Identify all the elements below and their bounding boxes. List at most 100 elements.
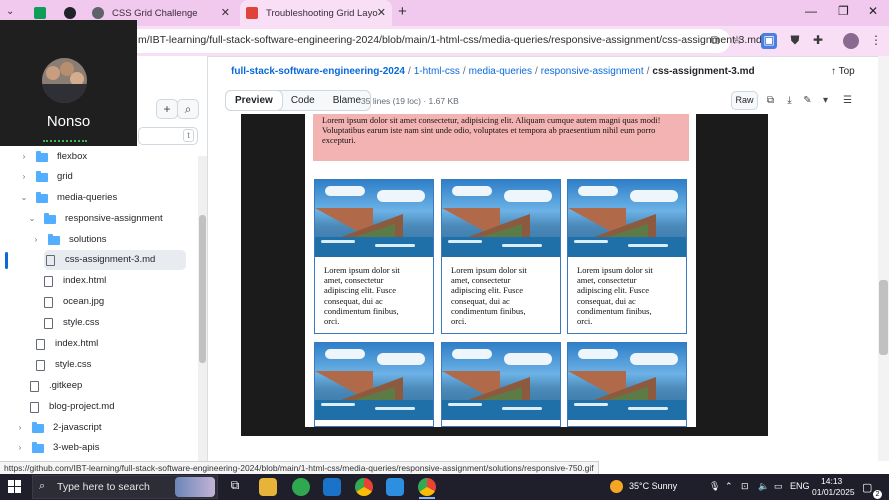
- edit-dropdown-icon[interactable]: ▾: [816, 91, 835, 110]
- ocean-cliff-image: [315, 180, 433, 257]
- sidebar-item-label: 2-javascript: [53, 422, 102, 433]
- preview-card: [567, 342, 687, 427]
- close-tab-icon[interactable]: ✕: [377, 6, 386, 19]
- language-indicator[interactable]: ENG: [790, 481, 810, 491]
- file-icon: [36, 338, 45, 350]
- tab-troubleshooting[interactable]: Troubleshooting Grid Layout Is ✕: [240, 0, 392, 26]
- breadcrumb-link[interactable]: 1-html-css: [414, 66, 460, 77]
- folder-icon: [48, 233, 60, 245]
- file-icon: [44, 275, 53, 287]
- install-app-icon[interactable]: ⧉: [707, 33, 723, 49]
- edit-pencil-icon[interactable]: ✎: [798, 91, 817, 110]
- globe-icon: [92, 7, 104, 19]
- chevron-right-icon[interactable]: ›: [30, 230, 42, 250]
- network-icon[interactable]: ⊡: [741, 481, 749, 492]
- sidebar-item-blog-project-md[interactable]: blog-project.md: [30, 397, 114, 417]
- sidebar-item-label: grid: [57, 171, 73, 182]
- tab-label: Troubleshooting Grid Layout Is: [266, 7, 378, 19]
- sidebar-item-ocean-jpg[interactable]: ocean.jpg: [44, 292, 104, 312]
- extension-icon[interactable]: ▣: [761, 33, 777, 49]
- whatsapp-icon[interactable]: [292, 478, 310, 496]
- folder-icon: [36, 150, 48, 162]
- sidebar-item-label: ocean.jpg: [63, 296, 105, 307]
- chrome-icon[interactable]: [355, 478, 373, 496]
- ocean-cliff-image: [568, 343, 686, 420]
- tab-preview[interactable]: Preview: [225, 90, 283, 111]
- sidebar-item-css-assignment-3-md[interactable]: css-assignment-3.md: [44, 250, 186, 270]
- sidebar-scrollbar-thumb[interactable]: [199, 215, 206, 363]
- chevron-right-icon[interactable]: ›: [14, 438, 26, 458]
- sidebar-item--gitkeep[interactable]: .gitkeep: [30, 376, 82, 396]
- chrome-profile-icon[interactable]: [418, 478, 436, 496]
- search-highlight-image: [175, 477, 215, 497]
- extensions-puzzle-icon[interactable]: ✚: [810, 33, 826, 49]
- search-files-button[interactable]: ⌕: [177, 99, 199, 119]
- chevron-right-icon[interactable]: ›: [18, 167, 30, 187]
- chevron-right-icon[interactable]: ›: [18, 147, 30, 167]
- weather-sun-icon: [610, 480, 623, 493]
- chevron-right-icon[interactable]: ›: [14, 418, 26, 438]
- sidebar-item-style-css[interactable]: style.css: [36, 355, 91, 375]
- new-tab-icon[interactable]: +: [398, 3, 407, 20]
- sidebar-item-responsive-assignment[interactable]: ⌄ responsive-assignment: [26, 209, 163, 229]
- add-file-button[interactable]: +: [156, 99, 178, 119]
- audio-level-indicator: [43, 140, 87, 142]
- weather-text[interactable]: 35°C Sunny: [629, 481, 677, 491]
- video-call-overlay[interactable]: Nonso: [0, 20, 137, 146]
- breadcrumb-repo-link[interactable]: full-stack-software-engineering-2024: [231, 66, 405, 77]
- microphone-icon[interactable]: 🎙: [709, 481, 720, 492]
- sidebar-item-style-css[interactable]: style.css: [44, 313, 99, 333]
- vscode-icon[interactable]: [386, 478, 404, 496]
- tab-code[interactable]: Code: [282, 91, 324, 110]
- sidebar-item-media-queries[interactable]: ⌄ media-queries: [18, 188, 117, 208]
- close-tab-icon[interactable]: ✕: [221, 6, 230, 19]
- raw-button[interactable]: Raw: [731, 91, 758, 110]
- maximize-icon[interactable]: ❐: [838, 4, 849, 18]
- page-scrollbar-thumb[interactable]: [879, 280, 888, 355]
- page-scrollbar[interactable]: [878, 56, 889, 461]
- battery-icon[interactable]: ▭: [774, 481, 783, 492]
- sidebar-item-label: index.html: [55, 338, 99, 349]
- breadcrumb-link[interactable]: media-queries: [469, 66, 532, 77]
- ocean-cliff-image: [442, 343, 560, 420]
- folder-icon: [36, 170, 48, 182]
- sidebar-item-flexbox[interactable]: › flexbox: [18, 147, 87, 167]
- sidebar-item-3-web-apis[interactable]: › 3-web-apis: [14, 438, 99, 458]
- outlook-icon[interactable]: [323, 478, 341, 496]
- tray-chevron-icon[interactable]: ⌃: [725, 481, 733, 492]
- close-window-icon[interactable]: ✕: [868, 4, 878, 18]
- clock-date[interactable]: 01/01/2025: [812, 487, 855, 497]
- file-explorer-icon[interactable]: [259, 478, 277, 496]
- file-icon: [36, 359, 45, 371]
- volume-icon[interactable]: 🔈: [758, 481, 769, 492]
- breadcrumb-link[interactable]: responsive-assignment: [541, 66, 644, 77]
- current-file-name: css-assignment-3.md: [652, 66, 755, 77]
- sidebar-item-label: index.html: [63, 275, 107, 286]
- task-view-icon[interactable]: ⧉: [226, 478, 244, 496]
- sidebar-item-grid[interactable]: › grid: [18, 167, 73, 187]
- browser-menu-icon[interactable]: ⋮: [868, 33, 884, 49]
- notification-icon[interactable]: ▢: [862, 481, 872, 494]
- search-icon: ⌕: [39, 480, 46, 492]
- chevron-down-icon[interactable]: ⌄: [26, 209, 38, 229]
- tab-search-chevron-icon[interactable]: ⌄: [6, 6, 14, 17]
- windows-start-icon[interactable]: [8, 480, 22, 494]
- profile-avatar[interactable]: [843, 33, 859, 49]
- outline-list-icon[interactable]: ☰: [838, 91, 857, 110]
- url-text[interactable]: m/IBT-learning/full-stack-software-engin…: [138, 34, 762, 46]
- sidebar-item-2-javascript[interactable]: › 2-javascript: [14, 418, 102, 438]
- chevron-down-icon[interactable]: ⌄: [18, 188, 30, 208]
- sidebar-item-index-html[interactable]: index.html: [36, 334, 98, 354]
- minimize-icon[interactable]: —: [805, 4, 817, 18]
- sidebar-item-solutions[interactable]: › solutions: [30, 230, 107, 250]
- back-to-top-link[interactable]: ↑ Top: [831, 66, 855, 77]
- sidebar-item-index-html[interactable]: index.html: [44, 271, 106, 291]
- sidebar-item-label: flexbox: [57, 151, 88, 162]
- file-icon: [44, 317, 53, 329]
- download-icon[interactable]: ⤓: [780, 91, 799, 110]
- bookmark-star-icon[interactable]: ☆: [729, 33, 745, 49]
- clock-time[interactable]: 14:13: [821, 476, 842, 486]
- preview-card-text: Lorem ipsum dolor sit amet, consectetur …: [577, 265, 653, 327]
- shield-extension-icon[interactable]: ⛊: [787, 33, 803, 49]
- copy-icon[interactable]: ⧉: [761, 91, 780, 110]
